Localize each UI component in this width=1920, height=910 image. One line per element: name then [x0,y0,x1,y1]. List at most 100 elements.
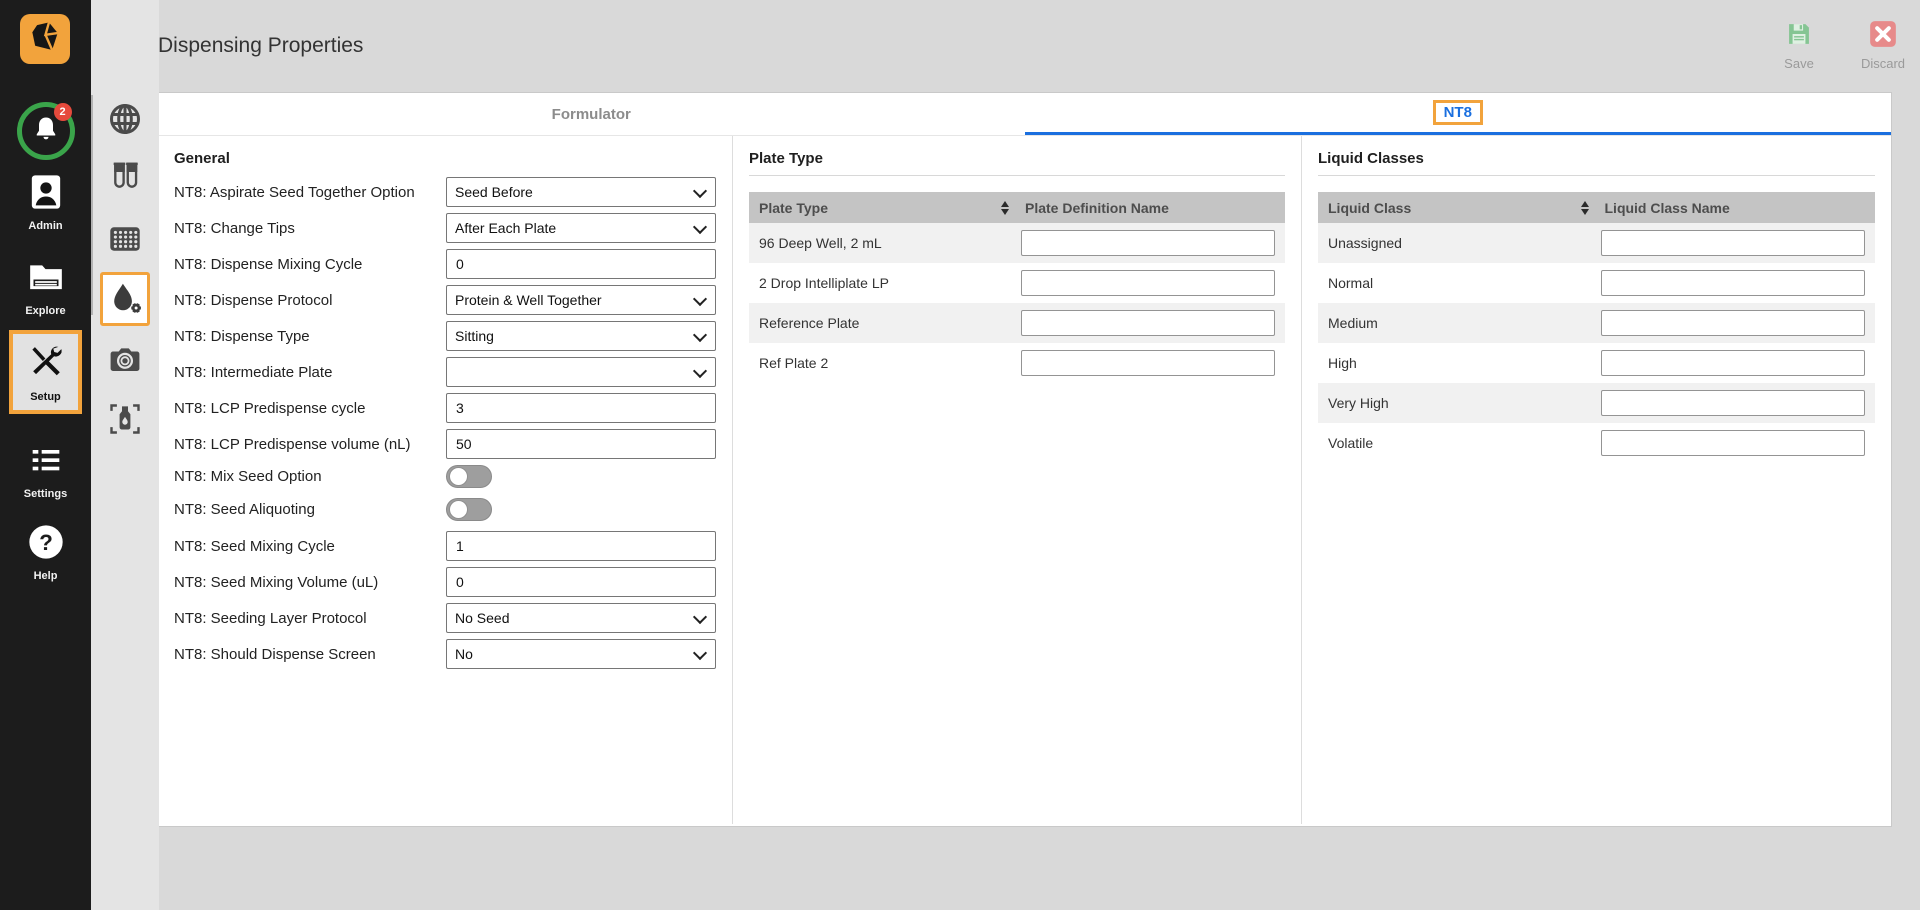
sidebar-item-label: Admin [28,220,63,232]
lcp-predispense-cycle-input[interactable] [446,393,716,423]
tab-formulator[interactable]: Formulator [158,93,1025,135]
app-logo [20,14,70,64]
aspirate-seed-together-select[interactable]: Seed Before [446,177,716,207]
seed-aliquoting-toggle[interactable] [446,498,492,521]
sidebar-item-help[interactable]: ? Help [0,520,91,582]
intermediate-plate-select[interactable] [446,357,716,387]
dispense-type-select[interactable]: Sitting [446,321,716,351]
discard-label: Discard [1860,56,1906,71]
form-row: NT8: Seeding Layer Protocol No Seed [174,603,716,633]
tab-nt8[interactable]: NT8 [1024,93,1891,135]
dispense-protocol-select[interactable]: Protein & Well Together [446,285,716,315]
form-row: NT8: Dispense Mixing Cycle [174,249,716,279]
form-row: NT8: Seed Mixing Cycle [174,531,716,561]
camera-icon[interactable] [102,336,148,382]
field-label: NT8: Intermediate Plate [174,363,333,381]
form-row: NT8: Mix Seed Option [174,465,716,488]
test-tubes-icon[interactable] [102,154,148,200]
seed-mixing-cycle-input[interactable] [446,531,716,561]
column-header: Plate Type [759,199,828,216]
table-row: High [1318,343,1875,383]
save-button[interactable]: Save [1770,20,1828,71]
dispensing-properties-card: Formulator NT8 General NT8: Aspirate See… [157,92,1892,827]
should-dispense-screen-select[interactable]: No [446,639,716,669]
sort-icon[interactable] [1580,200,1589,215]
subnav-scrollbar[interactable] [91,95,93,315]
table-row: Reference Plate [749,303,1285,343]
table-row: Very High [1318,383,1875,423]
table-row: Medium [1318,303,1875,343]
liquid-class-name-input-4[interactable] [1600,390,1865,416]
sidebar: 2 Admin Explore Setup Settings ? Help [0,0,91,910]
sidebar-item-explore[interactable]: Explore [0,255,91,317]
dispense-droplet-gear-icon[interactable] [100,272,150,326]
plate-type-heading: Plate Type [749,150,823,167]
discard-x-icon [1869,20,1897,53]
form-row: NT8: LCP Predispense volume (nL) [174,429,716,459]
seed-mixing-volume-input[interactable] [446,567,716,597]
plate-definition-input-1[interactable] [1021,270,1275,296]
liquid-class-name-input-5[interactable] [1600,430,1865,456]
plate-definition-input-0[interactable] [1021,230,1275,256]
sidebar-item-label: Settings [23,488,68,500]
general-section: General NT8: Aspirate Seed Together Opti… [158,136,732,824]
seeding-layer-protocol-select[interactable]: No Seed [446,603,716,633]
form-row: NT8: LCP Predispense cycle [174,393,716,423]
mix-seed-option-toggle[interactable] [446,465,492,488]
field-label: NT8: Seeding Layer Protocol [174,609,367,627]
sidebar-item-label: Help [33,570,58,582]
table-row: Normal [1318,263,1875,303]
sidebar-item-setup[interactable]: Setup [9,330,82,414]
plate-type-name: 96 Deep Well, 2 mL [759,235,882,251]
user-badge-icon [24,170,68,214]
tools-icon [27,342,65,385]
toggle-knob [449,467,468,486]
form-row: NT8: Intermediate Plate [174,357,716,387]
liquid-class-name: Unassigned [1328,235,1402,251]
logo-gem-icon [26,18,64,61]
field-label: NT8: Seed Aliquoting [174,501,315,518]
liquid-classes-table: Liquid Class Liquid Class Name Unassigne… [1318,192,1875,463]
liquid-class-name: Very High [1328,395,1389,411]
form-row: NT8: Should Dispense Screen No [174,639,716,669]
card-content: General NT8: Aspirate Seed Together Opti… [158,136,1891,824]
field-label: NT8: LCP Predispense volume (nL) [174,435,411,453]
sidebar-item-settings[interactable]: Settings [0,438,91,500]
liquid-class-name: Volatile [1328,435,1374,451]
bottle-icon[interactable] [102,396,148,442]
form-row: NT8: Dispense Type Sitting [174,321,716,351]
sidebar-item-label: Setup [30,390,61,403]
setup-subnav [91,0,159,910]
liquid-class-name: High [1328,355,1357,371]
field-label: NT8: Mix Seed Option [174,468,322,485]
plate-type-table: Plate Type Plate Definition Name 96 Deep… [749,192,1285,383]
field-label: NT8: Seed Mixing Cycle [174,537,335,555]
liquid-class-name-input-0[interactable] [1600,230,1865,256]
save-label: Save [1784,56,1814,71]
change-tips-select[interactable]: After Each Plate [446,213,716,243]
help-icon: ? [24,520,68,564]
field-label: NT8: Dispense Type [174,327,310,345]
notifications-button[interactable]: 2 [16,102,75,160]
plate-definition-input-3[interactable] [1021,350,1275,376]
liquid-class-name-input-1[interactable] [1600,270,1865,296]
column-header: Plate Definition Name [1025,199,1169,216]
table-row: Volatile [1318,423,1875,463]
form-row: NT8: Dispense Protocol Protein & Well To… [174,285,716,315]
liquid-class-name-input-2[interactable] [1600,310,1865,336]
plate-definition-input-2[interactable] [1021,310,1275,336]
liquid-class-name: Medium [1328,315,1378,331]
lcp-predispense-volume-input[interactable] [446,429,716,459]
sidebar-item-admin[interactable]: Admin [0,170,91,232]
table-row: Ref Plate 2 [749,343,1285,383]
table-row: 96 Deep Well, 2 mL [749,223,1285,263]
discard-button[interactable]: Discard [1854,20,1912,71]
sort-icon[interactable] [1001,200,1009,215]
folder-icon [24,255,68,299]
dispense-mixing-cycle-input[interactable] [446,249,716,279]
liquid-class-name-input-3[interactable] [1600,350,1865,376]
liquid-classes-table-header: Liquid Class Liquid Class Name [1318,192,1875,223]
globe-icon[interactable] [102,96,148,142]
field-label: NT8: Seed Mixing Volume (uL) [174,573,379,591]
plate-grid-icon[interactable] [102,216,148,262]
